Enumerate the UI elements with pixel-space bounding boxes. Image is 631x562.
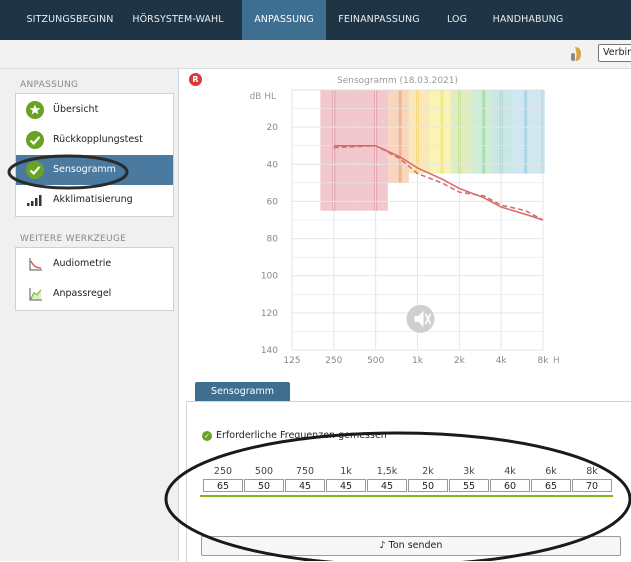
signal-bars-icon xyxy=(27,195,42,206)
send-tone-label: Ton senden xyxy=(388,540,443,551)
check-circle-icon xyxy=(26,161,44,179)
x-tick-label: 1k xyxy=(412,356,424,366)
music-note-icon: ♪ xyxy=(379,540,386,551)
speaker-muted-icon[interactable] xyxy=(406,304,435,333)
threshold-value-field[interactable]: 60 xyxy=(490,479,530,492)
sidebar: ANPASSUNG Übersicht Rückkopplungstest Se… xyxy=(0,69,179,561)
frequency-label: 500 xyxy=(254,466,274,477)
frequency-label: 4k xyxy=(504,466,516,477)
frequency-band xyxy=(450,90,472,174)
frequency-band xyxy=(387,90,409,183)
y-axis-label: dB HL xyxy=(249,92,276,102)
sidebar-item-label: Rückkopplungstest xyxy=(53,134,143,145)
measured-indicator-line xyxy=(200,495,613,497)
frequency-band xyxy=(492,90,514,174)
frequency-band xyxy=(429,90,451,174)
sidebar-item-uebersicht[interactable]: Übersicht xyxy=(16,95,173,125)
sidebar-item-label: Übersicht xyxy=(53,104,99,115)
right-ear-badge: R xyxy=(189,73,202,86)
toolbar xyxy=(0,40,631,69)
frequency-label: 1k xyxy=(340,466,352,477)
x-tick-label: 125 xyxy=(283,356,300,366)
frequency-label: 3k xyxy=(463,466,475,477)
x-axis-unit: Hz xyxy=(553,356,560,366)
threshold-value-field[interactable]: 65 xyxy=(531,479,571,492)
x-tick-label: 2k xyxy=(454,356,466,366)
threshold-value-field[interactable]: 50 xyxy=(244,479,284,492)
audiometry-icon xyxy=(29,258,42,271)
section-title-weitere-werkzeuge: WEITERE WERKZEUGE xyxy=(20,234,127,244)
y-tick-label: 60 xyxy=(267,197,279,207)
sidebar-item-label: Anpassregel xyxy=(53,288,112,299)
threshold-value-field[interactable]: 45 xyxy=(285,479,325,492)
check-icon: ✓ xyxy=(202,430,212,441)
section-title-anpassung: ANPASSUNG xyxy=(20,80,79,90)
hearing-aid-icon[interactable] xyxy=(569,45,583,63)
check-circle-icon xyxy=(26,131,44,149)
sidebar-item-label: Sensogramm xyxy=(53,164,116,175)
tab-anpassung[interactable]: ANPASSUNG xyxy=(242,0,326,40)
frequency-band xyxy=(513,90,535,174)
sidebar-item-audiometrie[interactable]: Audiometrie xyxy=(16,249,173,279)
x-tick-label: 500 xyxy=(367,356,384,366)
sensogram-chart: Sensogramm (18.03.2021) dB HL Hz 20 40 60 8… xyxy=(249,76,560,366)
y-tick-label: 140 xyxy=(261,346,278,356)
top-navigation: SITZUNGSBEGINN HÖRSYSTEM-WAHL ANPASSUNG … xyxy=(0,0,631,40)
threshold-value-field[interactable]: 70 xyxy=(572,479,612,492)
threshold-value-field[interactable]: 45 xyxy=(367,479,407,492)
frequency-label: 8k xyxy=(586,466,598,477)
sidebar-item-sensogramm[interactable]: Sensogramm xyxy=(16,155,173,185)
y-tick-label: 80 xyxy=(267,235,279,245)
frequency-band xyxy=(471,90,493,174)
y-tick-label: 20 xyxy=(267,123,279,133)
y-tick-label: 40 xyxy=(267,160,279,170)
star-check-icon xyxy=(26,101,44,119)
tools-nav-list: Audiometrie Anpassregel xyxy=(15,247,174,311)
sidebar-item-akklimatisierung[interactable]: Akklimatisierung xyxy=(16,185,173,215)
threshold-value-field[interactable]: 55 xyxy=(449,479,489,492)
sidebar-item-rueckkopplungstest[interactable]: Rückkopplungstest xyxy=(16,125,173,155)
send-tone-button[interactable]: ♪ Ton senden xyxy=(201,536,621,556)
threshold-value-field[interactable]: 45 xyxy=(326,479,366,492)
frequency-label: 6k xyxy=(545,466,557,477)
status-text: Erforderliche Frequenzen gemessen xyxy=(216,430,387,441)
tab-handhabung[interactable]: HANDHABUNG xyxy=(486,0,570,40)
y-tick-label: 100 xyxy=(261,272,278,282)
x-tick-label: 4k xyxy=(496,356,508,366)
status-message: ✓ Erforderliche Frequenzen gemessen xyxy=(202,430,387,441)
frequency-band xyxy=(408,90,430,174)
chart-title: Sensogramm (18.03.2021) xyxy=(337,76,458,86)
tab-sitzungsbeginn[interactable]: SITZUNGSBEGINN xyxy=(20,0,120,40)
threshold-value-field[interactable]: 65 xyxy=(203,479,243,492)
frequency-band xyxy=(320,90,355,211)
tab-sensogramm[interactable]: Sensogramm xyxy=(195,382,290,402)
tab-feinanpassung[interactable]: FEINANPASSUNG xyxy=(333,0,425,40)
frequency-label: 250 xyxy=(213,466,233,477)
frequency-label: 750 xyxy=(295,466,315,477)
y-tick-label: 120 xyxy=(261,309,278,319)
fitting-rule-icon xyxy=(29,288,42,301)
x-tick-label: 8k xyxy=(538,356,550,366)
tab-log[interactable]: LOG xyxy=(432,0,482,40)
sidebar-item-label: Audiometrie xyxy=(53,258,112,269)
tab-hoersystem-wahl[interactable]: HÖRSYSTEM-WAHL xyxy=(128,0,228,40)
frequency-label: 2k xyxy=(422,466,434,477)
connect-button[interactable]: Verbinden xyxy=(598,44,631,62)
sidebar-item-anpassregel[interactable]: Anpassregel xyxy=(16,279,173,309)
sidebar-item-label: Akklimatisierung xyxy=(53,194,133,205)
threshold-value-field[interactable]: 50 xyxy=(408,479,448,492)
frequency-label: 1,5k xyxy=(376,466,398,477)
fitting-nav-list: Übersicht Rückkopplungstest Sensogramm A… xyxy=(15,93,174,217)
x-tick-label: 250 xyxy=(325,356,342,366)
